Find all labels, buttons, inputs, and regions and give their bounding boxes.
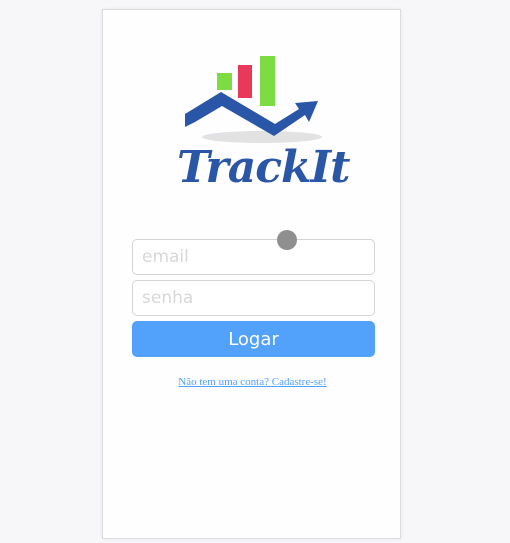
login-card: TrackIt Logar Não tem uma conta? Cadastr… xyxy=(102,9,401,539)
signup-link[interactable]: Não tem uma conta? Cadastre-se! xyxy=(103,376,402,388)
email-input[interactable] xyxy=(132,239,375,275)
logo-wordmark: TrackIt xyxy=(177,142,350,193)
trackit-logo: TrackIt xyxy=(177,52,350,197)
login-button[interactable]: Logar xyxy=(132,321,375,357)
password-input[interactable] xyxy=(132,280,375,316)
mouse-cursor-indicator xyxy=(277,230,297,250)
chart-arrow-icon xyxy=(185,56,322,143)
